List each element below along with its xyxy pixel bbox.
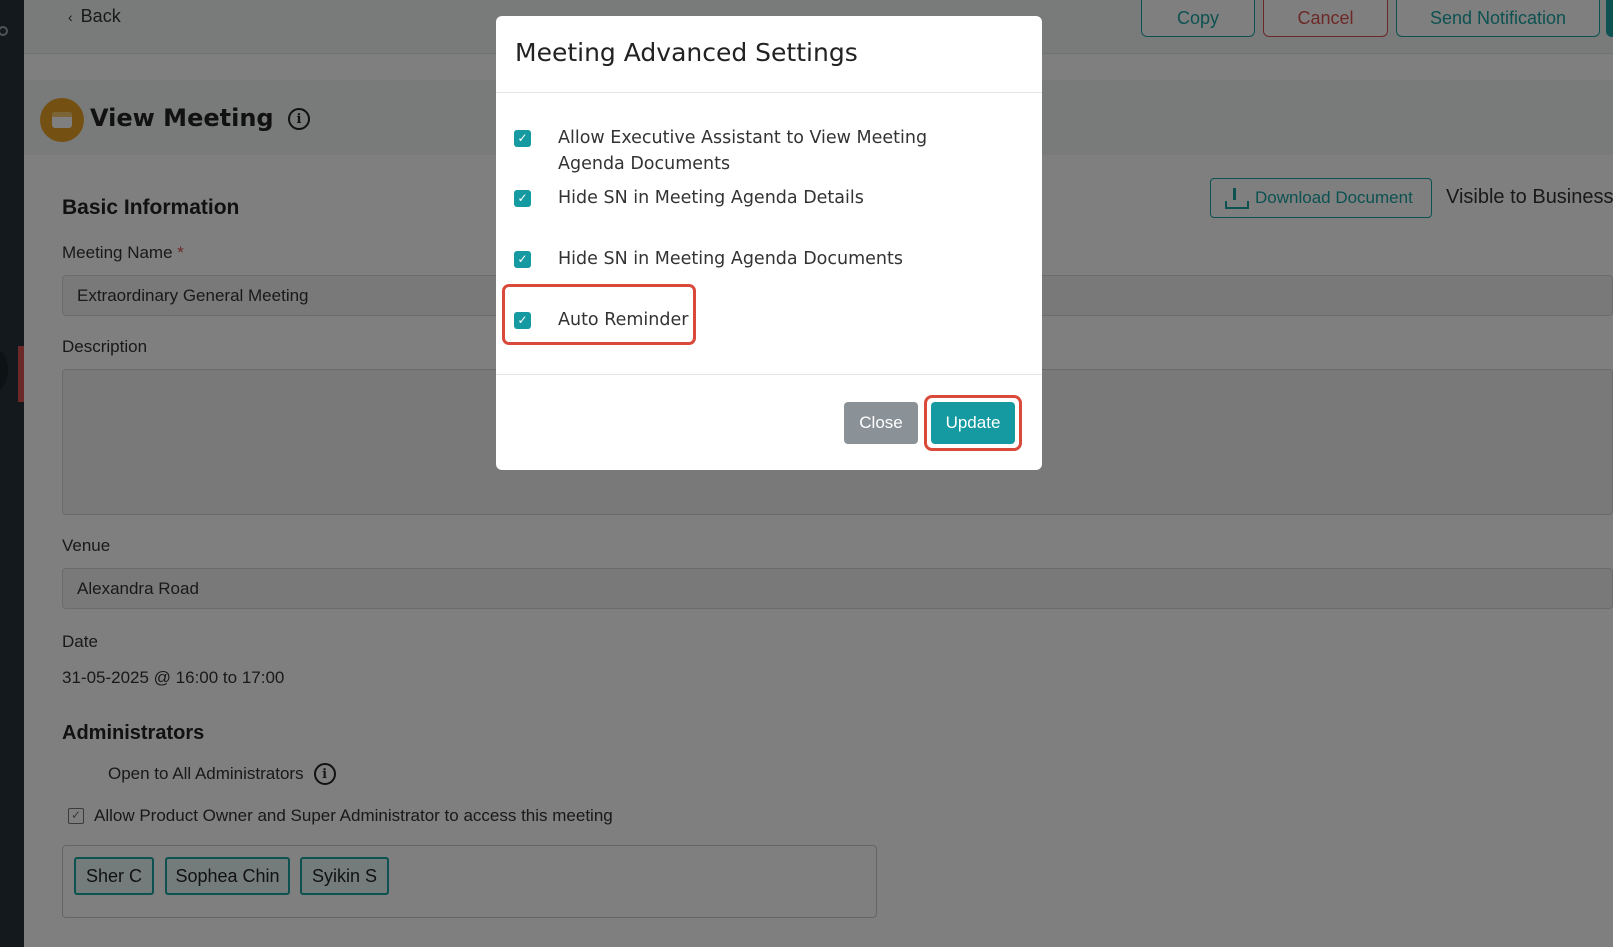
checkbox-checked-icon[interactable]: ✓ <box>514 190 531 207</box>
option-label: Hide SN in Meeting Agenda Documents <box>558 249 903 269</box>
option-label: Hide SN in Meeting Agenda Details <box>558 188 864 208</box>
advanced-settings-modal: Meeting Advanced Settings ✓ Allow Execut… <box>496 16 1042 470</box>
checkbox-checked-icon[interactable]: ✓ <box>514 130 531 147</box>
option-label: Allow Executive Assistant to View Meetin… <box>558 128 928 174</box>
update-button[interactable]: Update <box>931 402 1015 444</box>
modal-footer-divider <box>496 374 1042 375</box>
close-button[interactable]: Close <box>844 402 918 444</box>
checkbox-checked-icon[interactable]: ✓ <box>514 251 531 268</box>
modal-title: Meeting Advanced Settings <box>496 16 1042 93</box>
highlight-auto-reminder <box>502 284 696 345</box>
